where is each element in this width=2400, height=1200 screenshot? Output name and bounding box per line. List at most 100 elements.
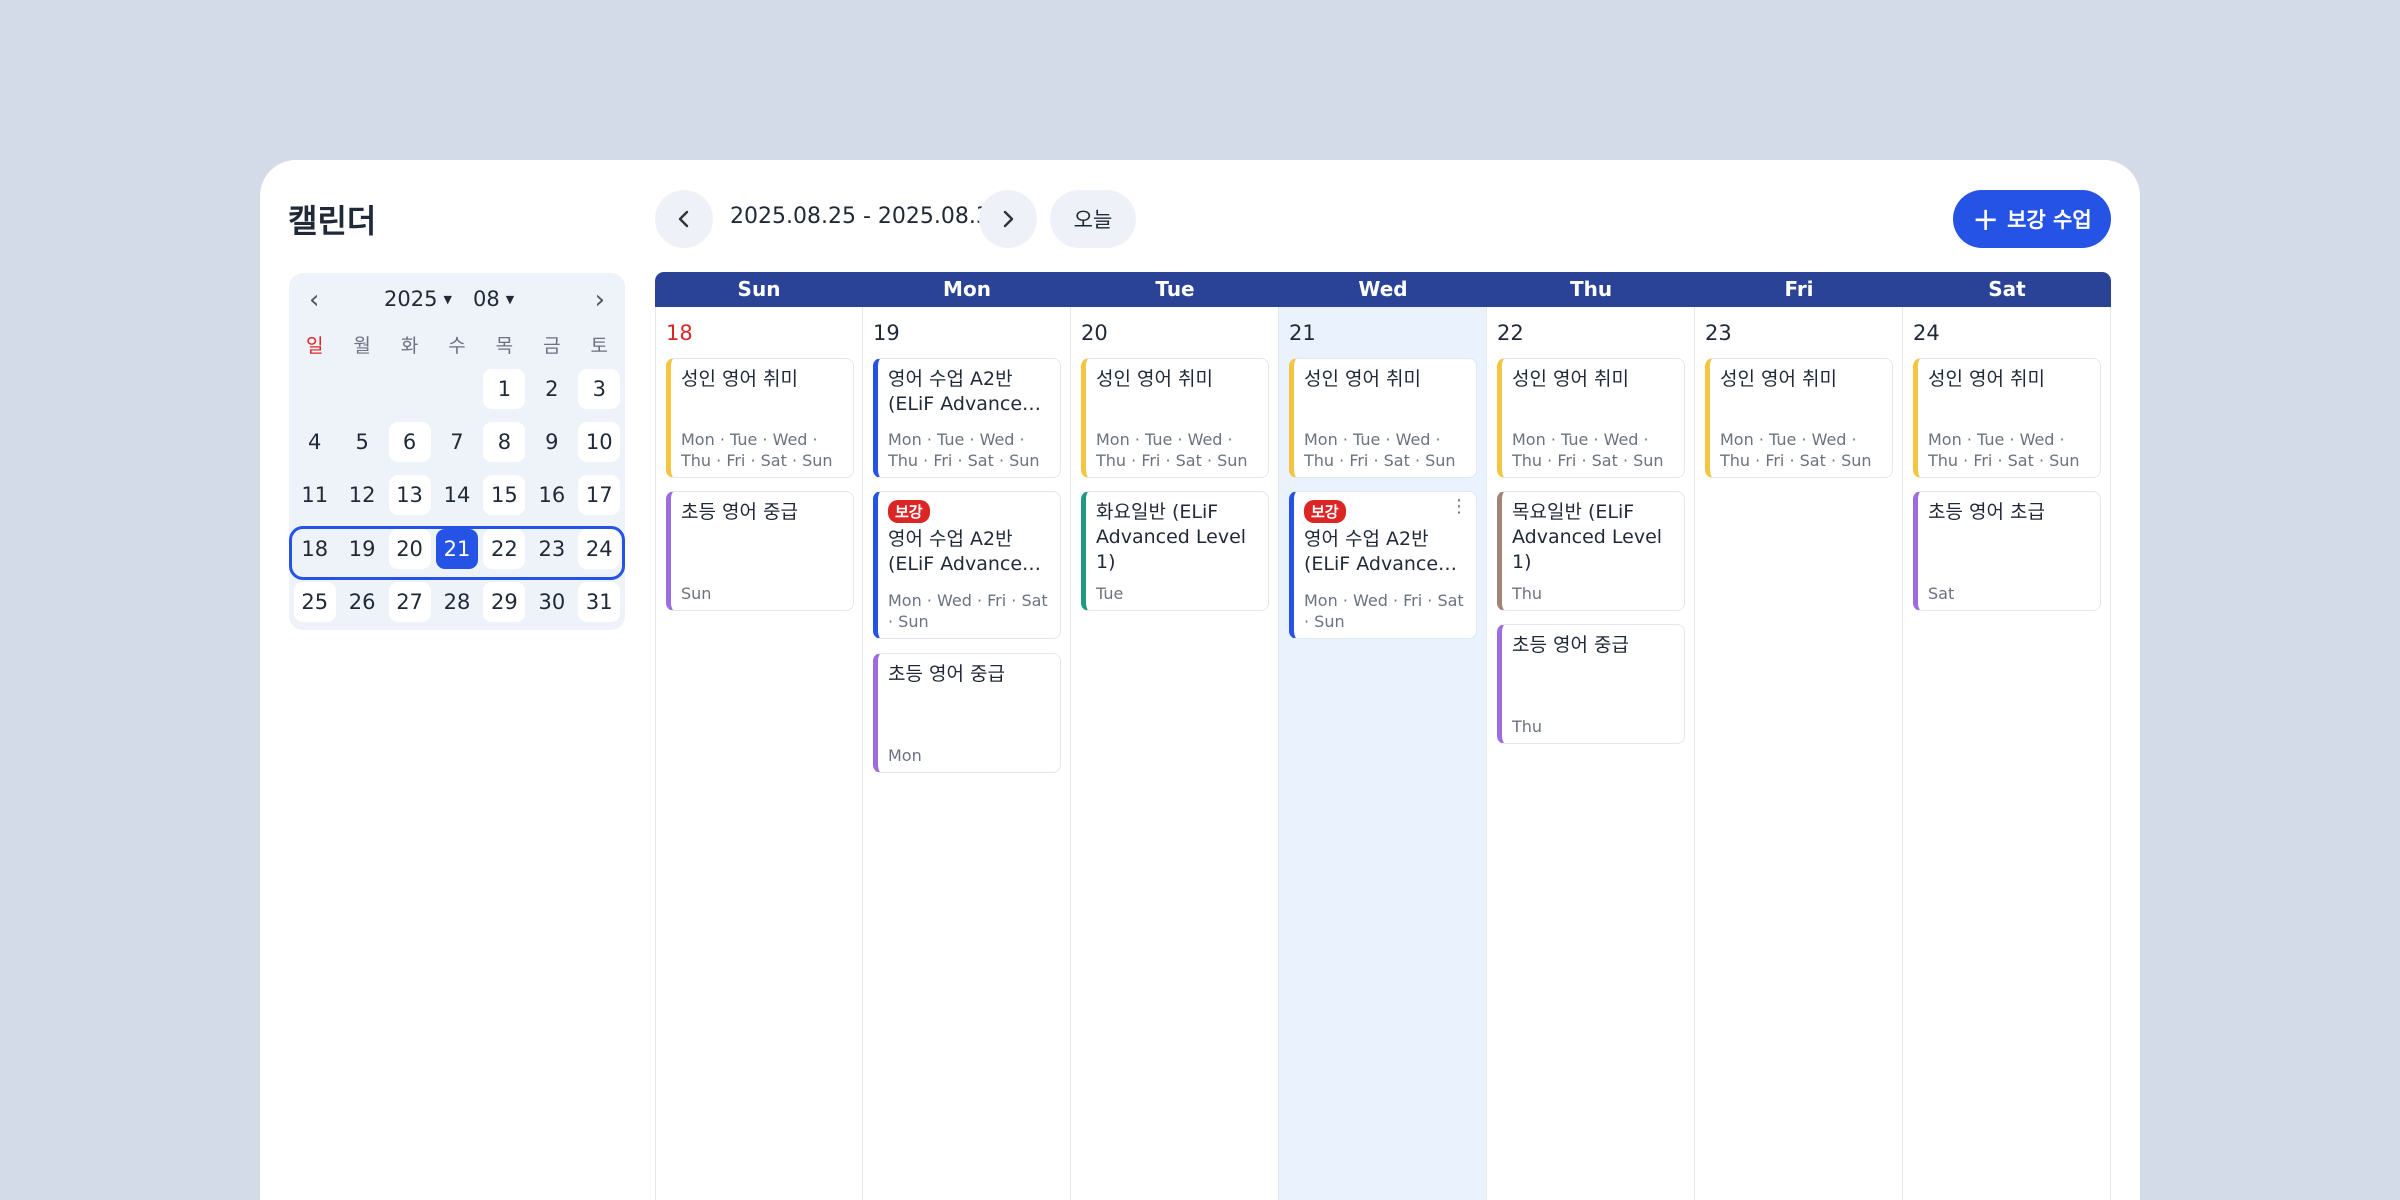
add-makeup-class-button[interactable]: + 보강 수업 <box>1953 190 2111 248</box>
event-recurrence-days: Mon · Tue · Wed · Thu · Fri · Sat · Sun <box>888 430 1040 470</box>
week-grid: 18 성인 영어 취미 Mon · Tue · Wed · Thu · Fri · … <box>655 307 2111 1200</box>
mini-calendar-day[interactable]: 10 <box>576 422 623 462</box>
mini-calendar-day[interactable]: 17 <box>576 475 623 515</box>
day-column-fri[interactable]: 23 성인 영어 취미 Mon · Tue · Wed · Thu · Fri · … <box>1695 307 1903 1200</box>
event-title: 영어 수업 A2반 (ELiF Advanced Level 1) <box>888 368 1035 415</box>
day-number: 15 <box>483 475 526 515</box>
mini-calendar: ‹ 2025 ▼ 08 ▼ › 일월화수목금토 1 2 3 4 5 6 7 8 9 10 11 12 13 1… <box>289 273 625 630</box>
mini-calendar-week: 123 <box>291 369 623 409</box>
day-number: 31 <box>578 582 621 622</box>
mini-calendar-day[interactable]: 11 <box>291 475 338 515</box>
day-number: 1 <box>483 369 526 409</box>
chevron-right-icon <box>1003 210 1014 228</box>
event-recurrence-days: Mon · Wed · Fri · Sat · Sun <box>888 591 1048 631</box>
prev-week-button[interactable] <box>655 190 713 248</box>
year-value: 2025 <box>384 287 438 311</box>
week-range-label: 2025.08.25 - 2025.08.31 <box>730 204 1004 229</box>
mini-calendar-day[interactable]: 3 <box>576 369 623 409</box>
add-button-label: 보강 수업 <box>2007 208 2092 232</box>
weekday-header-sun: Sun <box>737 277 781 301</box>
mini-calendar-day[interactable]: 28 <box>433 582 480 622</box>
mini-calendar-day[interactable]: 9 <box>528 422 575 462</box>
day-number: 29 <box>483 582 526 622</box>
day-column-thu[interactable]: 22 성인 영어 취미 Mon · Tue · Wed · Thu · Fri · … <box>1487 307 1695 1200</box>
mini-calendar-day[interactable]: 26 <box>338 582 385 622</box>
event-recurrence-days: Mon · Tue · Wed · Thu · Fri · Sat · Sun <box>1928 430 2080 470</box>
event-card[interactable]: 성인 영어 취미 Mon · Tue · Wed · Thu · Fri · Sa… <box>1289 358 1477 478</box>
mini-calendar-day[interactable]: 31 <box>576 582 623 622</box>
next-week-button[interactable] <box>979 190 1037 248</box>
mini-calendar-day[interactable]: 25 <box>291 582 338 622</box>
event-card[interactable]: 성인 영어 취미 Mon · Tue · Wed · Thu · Fri · Sa… <box>1705 358 1893 478</box>
weekday-header-mon: Mon <box>943 277 991 301</box>
event-card[interactable]: 보강영어 수업 A2반 (ELiF Advanced Level 1) Mon ·… <box>873 491 1061 639</box>
event-card[interactable]: 초등 영어 중급 Mon <box>873 653 1061 773</box>
mini-calendar-day[interactable]: 13 <box>386 475 433 515</box>
event-recurrence-days: Mon · Tue · Wed · Thu · Fri · Sat · Sun <box>1720 430 1872 470</box>
day-number: 7 <box>450 430 464 454</box>
event-card[interactable]: 성인 영어 취미 Mon · Tue · Wed · Thu · Fri · Sa… <box>1913 358 2101 478</box>
event-card[interactable]: 성인 영어 취미 Mon · Tue · Wed · Thu · Fri · Sa… <box>666 358 854 478</box>
weekday-header-thu: Thu <box>1569 277 1613 301</box>
event-recurrence-days: Mon · Tue · Wed · Thu · Fri · Sat · Sun <box>681 430 833 470</box>
chevron-right-icon[interactable]: › <box>595 287 605 313</box>
mini-calendar-day[interactable]: 27 <box>386 582 433 622</box>
day-number: 28 <box>443 590 471 614</box>
mini-calendar-week: 25 26 27 28 29 30 31 <box>291 582 623 622</box>
mini-calendar-day[interactable]: 12 <box>338 475 385 515</box>
event-card[interactable]: 초등 영어 중급 Sun <box>666 491 854 611</box>
day-number: 18 <box>666 321 693 345</box>
day-number: 22 <box>1497 321 1524 345</box>
event-card[interactable]: 초등 영어 초급 Sat <box>1913 491 2101 611</box>
mini-calendar-week: 11 12 13 14 15 16 17 <box>291 475 623 515</box>
day-number: 11 <box>301 483 329 507</box>
mini-calendar-day[interactable]: 6 <box>386 422 433 462</box>
day-column-sat[interactable]: 24 성인 영어 취미 Mon · Tue · Wed · Thu · Fri · … <box>1903 307 2111 1200</box>
mini-calendar-day[interactable]: 2 <box>528 369 575 409</box>
mini-calendar-day[interactable]: 8 <box>481 422 528 462</box>
day-number: 20 <box>1081 321 1108 345</box>
day-number: 19 <box>873 321 900 345</box>
mini-calendar-day <box>338 369 385 409</box>
mini-calendar-day[interactable]: 16 <box>528 475 575 515</box>
caret-down-icon: ▼ <box>443 293 452 306</box>
day-number: 3 <box>578 369 621 409</box>
event-recurrence-days: Mon · Wed · Fri · Sat · Sun <box>1304 591 1464 631</box>
event-card[interactable]: 화요일반 (ELiF Advanced Level 1) Tue <box>1081 491 1269 611</box>
today-button[interactable]: 오늘 <box>1050 190 1136 248</box>
event-card[interactable]: 초등 영어 중급 Thu <box>1497 624 1685 744</box>
day-number: 21 <box>1289 321 1316 345</box>
mini-calendar-day[interactable]: 29 <box>481 582 528 622</box>
event-recurrence-days: Thu <box>1512 584 1543 603</box>
event-card[interactable]: 영어 수업 A2반 (ELiF Advanced Level 1) Mon · T… <box>873 358 1061 478</box>
event-recurrence-days: Mon · Tue · Wed · Thu · Fri · Sat · Sun <box>1304 430 1456 470</box>
event-card[interactable]: 보강 ⋮ 영어 수업 A2반 (ELiF Advanced Level 1) Mon … <box>1289 491 1477 639</box>
year-select[interactable]: 2025 ▼ <box>384 287 452 311</box>
day-number: 24 <box>1913 321 1940 345</box>
day-column-tue[interactable]: 20 성인 영어 취미 Mon · Tue · Wed · Thu · Fri · … <box>1071 307 1279 1200</box>
mini-calendar-day[interactable]: 5 <box>338 422 385 462</box>
event-card[interactable]: 성인 영어 취미 Mon · Tue · Wed · Thu · Fri · Sa… <box>1497 358 1685 478</box>
event-recurrence-days: Sat <box>1928 584 1955 603</box>
day-number: 5 <box>355 430 369 454</box>
chevron-left-icon[interactable]: ‹ <box>309 287 319 313</box>
day-column-wed[interactable]: 21 성인 영어 취미 Mon · Tue · Wed · Thu · Fri · … <box>1279 307 1487 1200</box>
mini-calendar-day[interactable]: 15 <box>481 475 528 515</box>
mini-calendar-day[interactable]: 7 <box>433 422 480 462</box>
mini-calendar-day[interactable]: 4 <box>291 422 338 462</box>
event-card[interactable]: 목요일반 (ELiF Advanced Level 1) Thu <box>1497 491 1685 611</box>
weekday-label: 화 <box>400 335 419 357</box>
day-column-mon[interactable]: 19 영어 수업 A2반 (ELiF Advanced Level 1) Mon ·… <box>863 307 1071 1200</box>
mini-calendar-day[interactable]: 30 <box>528 582 575 622</box>
weekday-header-wed: Wed <box>1358 277 1408 301</box>
day-number: 30 <box>538 590 566 614</box>
mini-calendar-week: 4 5 6 7 8 9 10 <box>291 422 623 462</box>
mini-calendar-day[interactable]: 1 <box>481 369 528 409</box>
mini-calendar-day <box>386 369 433 409</box>
event-card[interactable]: 성인 영어 취미 Mon · Tue · Wed · Thu · Fri · Sa… <box>1081 358 1269 478</box>
more-vertical-icon[interactable]: ⋮ <box>1450 498 1468 516</box>
month-select[interactable]: 08 ▼ <box>473 287 514 311</box>
mini-calendar-day[interactable]: 14 <box>433 475 480 515</box>
event-title: 성인 영어 취미 <box>1096 368 1213 390</box>
day-column-sun[interactable]: 18 성인 영어 취미 Mon · Tue · Wed · Thu · Fri · … <box>655 307 863 1200</box>
